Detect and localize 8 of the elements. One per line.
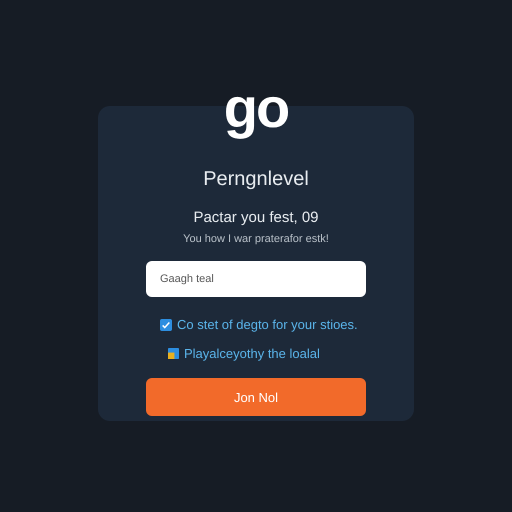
heading: Pactar you fest, 09 bbox=[193, 209, 319, 226]
badge-icon bbox=[168, 348, 179, 359]
card-title: Perngnlevel bbox=[203, 168, 309, 191]
subtitle: You how I war praterafor estk! bbox=[183, 233, 329, 245]
input-field[interactable]: Gaagh teal bbox=[146, 261, 366, 297]
option-label: Playalceyothy the loalal bbox=[184, 346, 320, 361]
option-label: Co stet of degto for your stioes. bbox=[177, 317, 358, 332]
checkbox[interactable] bbox=[160, 318, 172, 330]
